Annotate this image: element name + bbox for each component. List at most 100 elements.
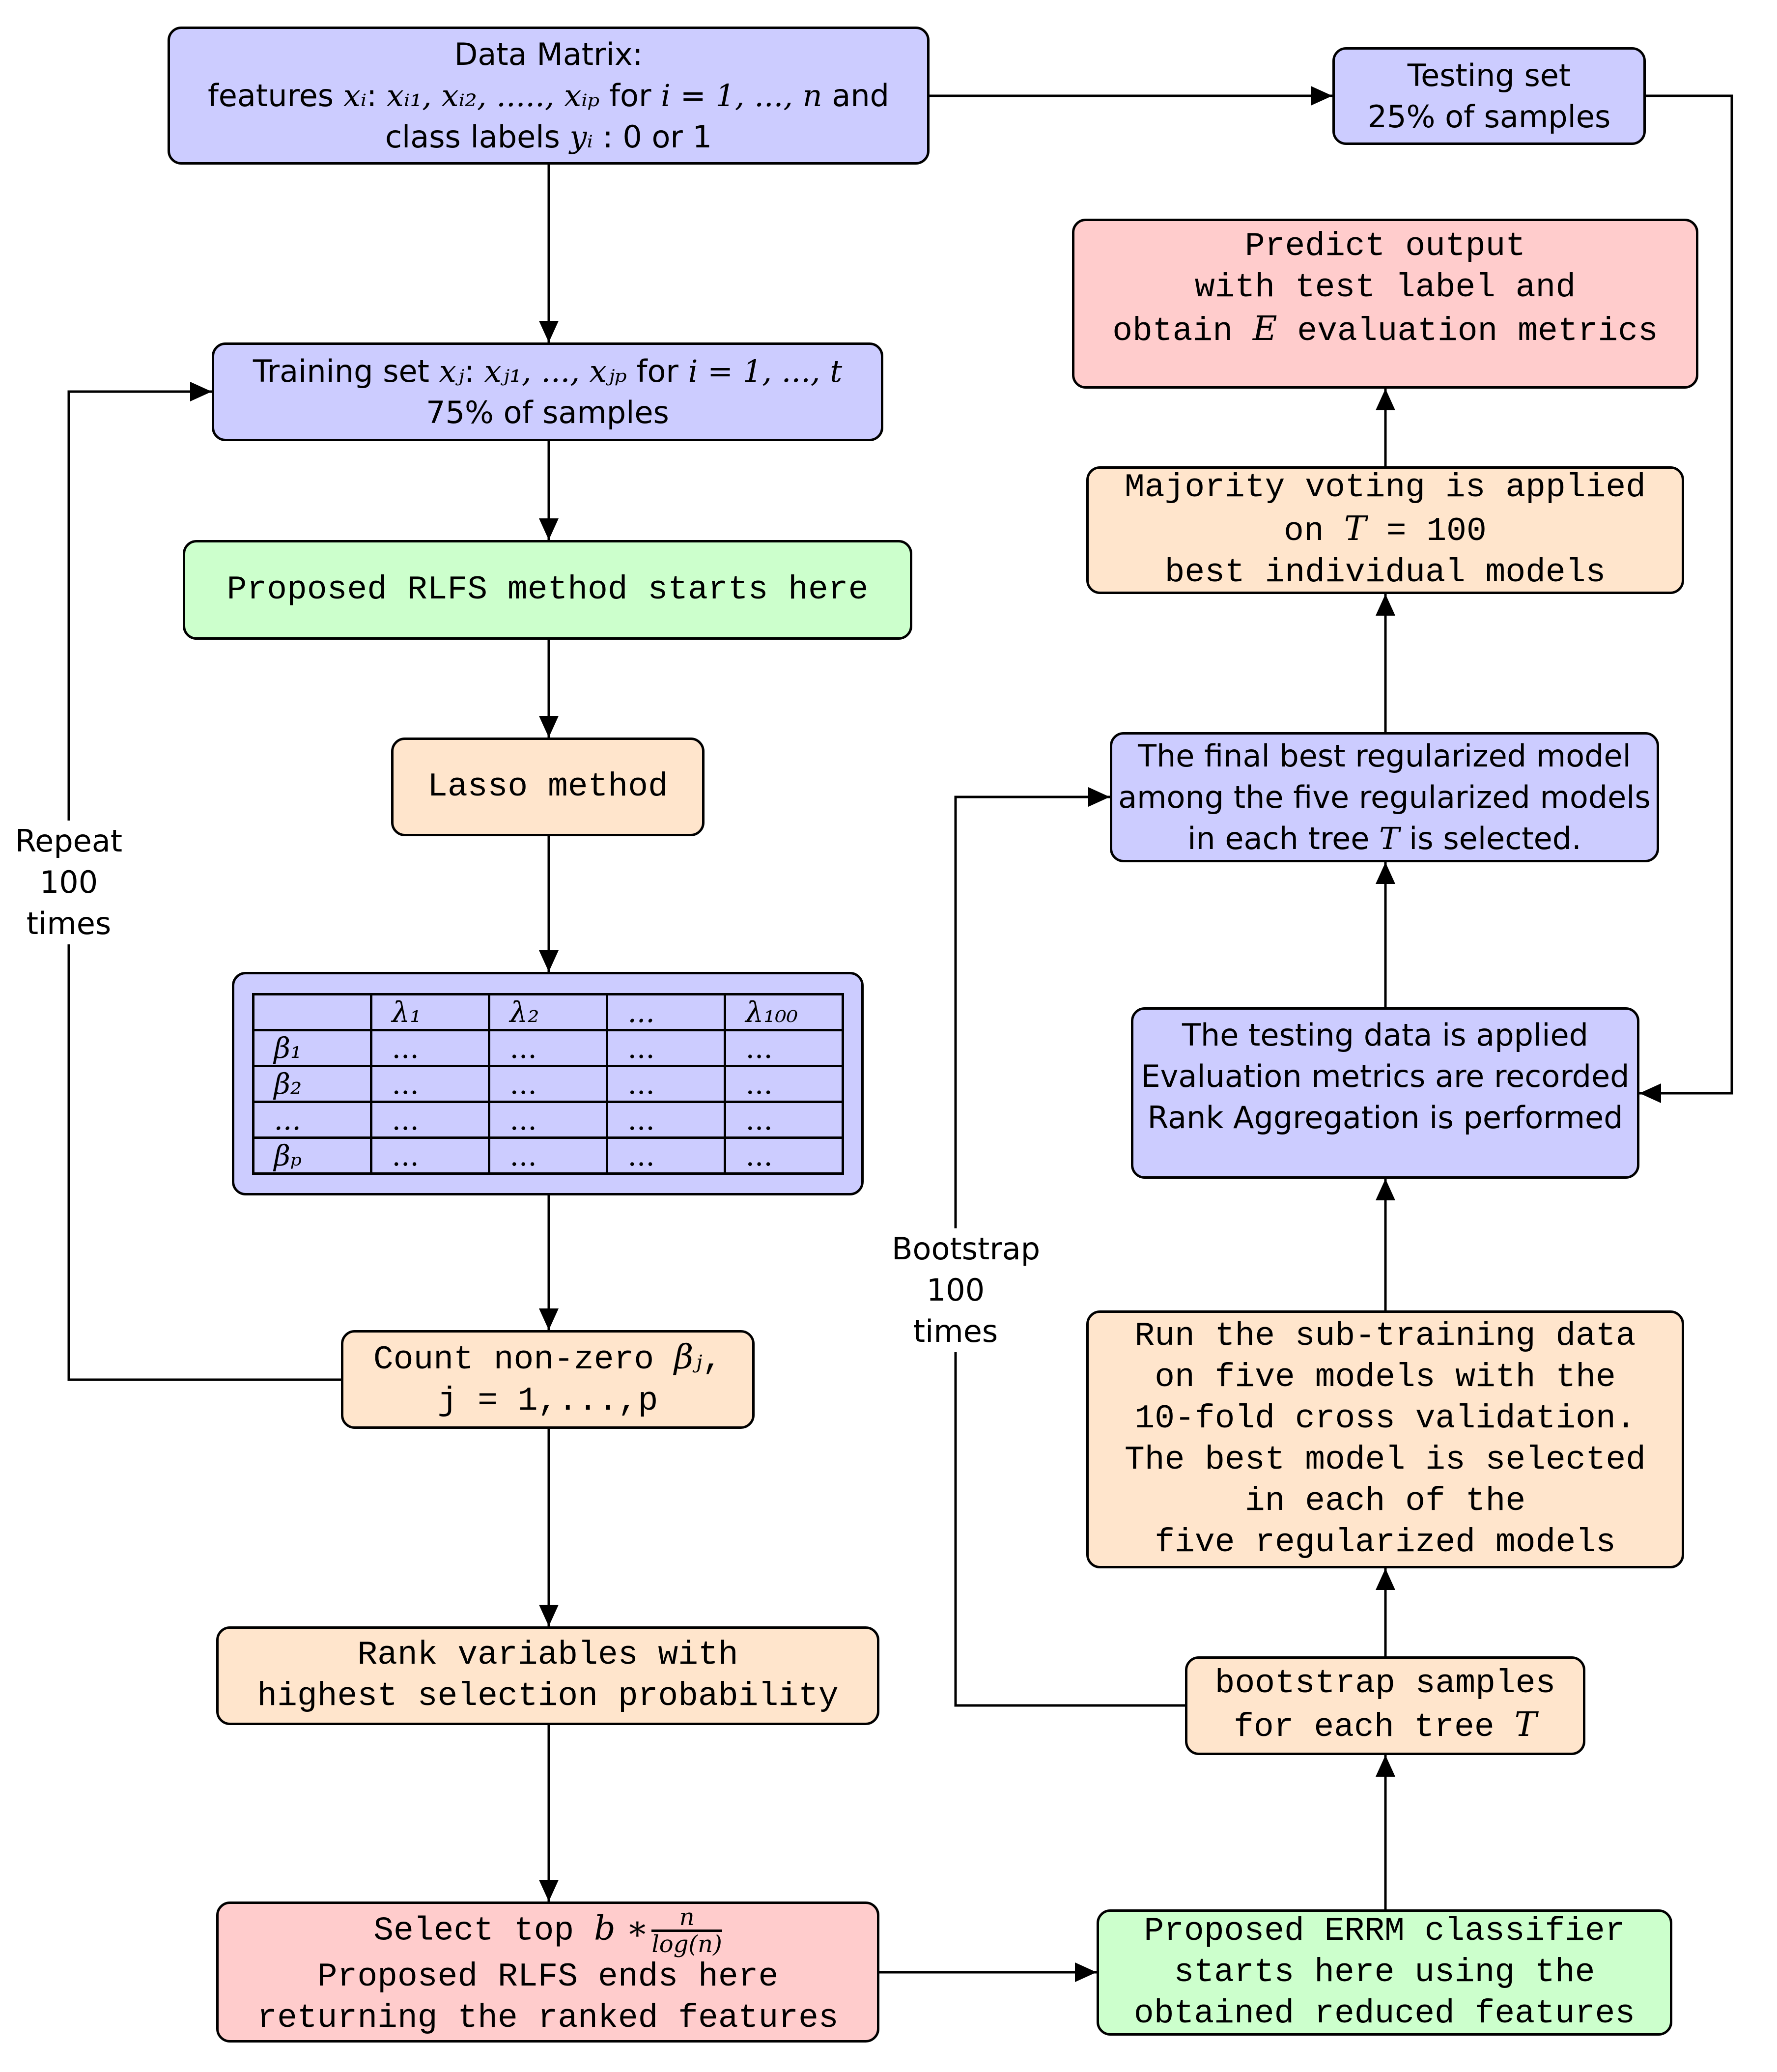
majority-line: best individual models (1164, 553, 1606, 592)
coefficient-table: λ₁ λ₂... λ₁₀₀ β₁............ β₂.............… (252, 993, 844, 1175)
table-cell: ... (369, 1100, 490, 1139)
training-set-node: Training set xⱼ: xⱼ₁, ..., xⱼₚ for i = 1… (212, 342, 883, 441)
math: xᵢ (343, 77, 367, 114)
text: : (464, 353, 484, 389)
table-cell: ... (369, 1028, 490, 1067)
errm-line: starts here using the (1174, 1953, 1595, 1991)
testing-set-title: Testing set (1407, 57, 1571, 93)
text: on (1284, 512, 1344, 550)
data-matrix-node: Data Matrix: features xᵢ: xᵢ₁, xᵢ₂, ....… (168, 27, 930, 165)
errm-line: obtained reduced features (1133, 1994, 1636, 2033)
rlfs-start-text: Proposed RLFS method starts here (226, 570, 869, 609)
select-line: Select top b ∗ n log(n) (257, 1905, 838, 1957)
bootstrap-label-line: times (913, 1313, 998, 1349)
predict-line: with test label and (1194, 269, 1576, 307)
majority-line: on T = 100 (1125, 509, 1646, 552)
math: xⱼ (439, 353, 465, 389)
math: i = 1, ..., n (661, 77, 822, 114)
table-row: β₂............ (252, 1064, 844, 1103)
text: : (367, 77, 387, 114)
text: Select top (373, 1912, 594, 1950)
table-header-row: λ₁ λ₂... λ₁₀₀ (252, 993, 844, 1031)
text: : 0 or 1 (593, 118, 712, 155)
testing-data-line: Evaluation metrics are recorded (1141, 1058, 1630, 1094)
table-cell: ... (487, 1064, 608, 1103)
table-cell: ... (605, 1064, 726, 1103)
run-line: The best model is selected (1125, 1441, 1646, 1479)
run-line: Run the sub-training data (1134, 1317, 1636, 1355)
table-cell: ... (252, 1100, 372, 1139)
testing-set-node: Testing set 25% of samples (1332, 47, 1646, 145)
table-cell: ... (487, 1136, 608, 1175)
testing-data-line: Rank Aggregation is performed (1147, 1100, 1623, 1135)
run-line: 10-fold cross validation. (1134, 1399, 1636, 1438)
count-line: j = 1,...,p (437, 1382, 658, 1420)
data-matrix-labels: class labels yᵢ : 0 or 1 (208, 116, 889, 158)
table-cell: ... (605, 1100, 726, 1139)
table-cell (252, 993, 372, 1031)
table-cell: λ₁₀₀ (723, 993, 844, 1031)
math: b ∗ (594, 1909, 649, 1948)
text: evaluation metrics (1277, 312, 1658, 350)
math: T (1379, 820, 1400, 856)
table-cell: ... (369, 1064, 490, 1103)
rlfs-start-node: Proposed RLFS method starts here (183, 540, 912, 640)
majority-line: Majority voting is applied (1125, 468, 1646, 507)
fraction-denominator: log(n) (651, 1930, 722, 1958)
table-cell: βₚ (252, 1136, 372, 1175)
bootstrap-loop-label: Bootstrap 100 times (892, 1228, 1041, 1352)
text: obtain (1112, 312, 1253, 350)
bootstrap-label-line: 100 (926, 1272, 985, 1308)
table-cell: ... (723, 1028, 844, 1067)
count-nonzero-node: Count non-zero βⱼ, j = 1,...,p (341, 1330, 755, 1429)
testing-data-line: The testing data is applied (1182, 1017, 1588, 1053)
table-cell: ... (605, 993, 726, 1031)
math: yᵢ (569, 118, 593, 155)
math: βⱼ (674, 1338, 703, 1377)
final-best-model-node: The final best regularized model among t… (1110, 732, 1659, 862)
math: xᵢ₁, xᵢ₂, ....., xᵢₚ (386, 77, 600, 114)
rank-line: highest selection probability (257, 1677, 839, 1715)
table-cell: ... (723, 1136, 844, 1175)
table-cell: λ₁ (369, 993, 490, 1031)
text: , (702, 1341, 723, 1379)
table-cell: ... (487, 1100, 608, 1139)
final-best-line: The final best regularized model (1138, 738, 1631, 774)
bootstrap-samples-node: bootstrap samples for each tree T (1185, 1656, 1585, 1755)
repeat-label-line: Repeat (15, 823, 123, 859)
majority-voting-node: Majority voting is applied on T = 100 be… (1086, 466, 1684, 594)
data-matrix-features: features xᵢ: xᵢ₁, xᵢ₂, ....., xᵢₚ for i … (208, 75, 889, 116)
final-best-line: among the five regularized models (1118, 779, 1651, 815)
table-cell: ... (723, 1064, 844, 1103)
bootstrap-line: for each tree T (1215, 1704, 1556, 1748)
text: for each tree (1234, 1708, 1515, 1746)
testing-data-node: The testing data is applied Evaluation m… (1131, 1007, 1639, 1179)
select-line: returning the ranked features (257, 1999, 839, 2037)
bootstrap-label-line: Bootstrap (892, 1231, 1041, 1267)
math: i = 1, ..., t (688, 353, 843, 389)
table-cell: β₂ (252, 1064, 372, 1103)
predict-output-node: Predict output with test label and obtai… (1072, 219, 1698, 389)
data-matrix-title: Data Matrix: (454, 36, 643, 72)
run-line: on five models with the (1155, 1358, 1616, 1396)
text: features (207, 77, 343, 114)
run-line: in each of the (1244, 1482, 1526, 1520)
text: Training set (253, 353, 439, 389)
repeat-label-line: times (26, 906, 112, 941)
text: is selected. (1399, 820, 1581, 856)
lasso-text: Lasso method (427, 767, 668, 806)
table-row: β₁............ (252, 1028, 844, 1067)
rank-line: Rank variables with (357, 1636, 738, 1674)
fraction: n log(n) (651, 1905, 722, 1957)
errm-line: Proposed ERRM classifier (1144, 1912, 1625, 1950)
table-cell: ... (369, 1136, 490, 1175)
training-set-title: Training set xⱼ: xⱼ₁, ..., xⱼₚ for i = 1… (253, 351, 842, 392)
rank-variables-node: Rank variables with highest selection pr… (216, 1626, 879, 1725)
table-cell: ... (723, 1100, 844, 1139)
text: Count non-zero (373, 1341, 674, 1379)
lasso-node: Lasso method (391, 738, 705, 836)
table-cell: ... (605, 1136, 726, 1175)
math: T (1344, 509, 1366, 548)
predict-line: obtain E evaluation metrics (1112, 309, 1658, 352)
text: for (626, 353, 688, 389)
